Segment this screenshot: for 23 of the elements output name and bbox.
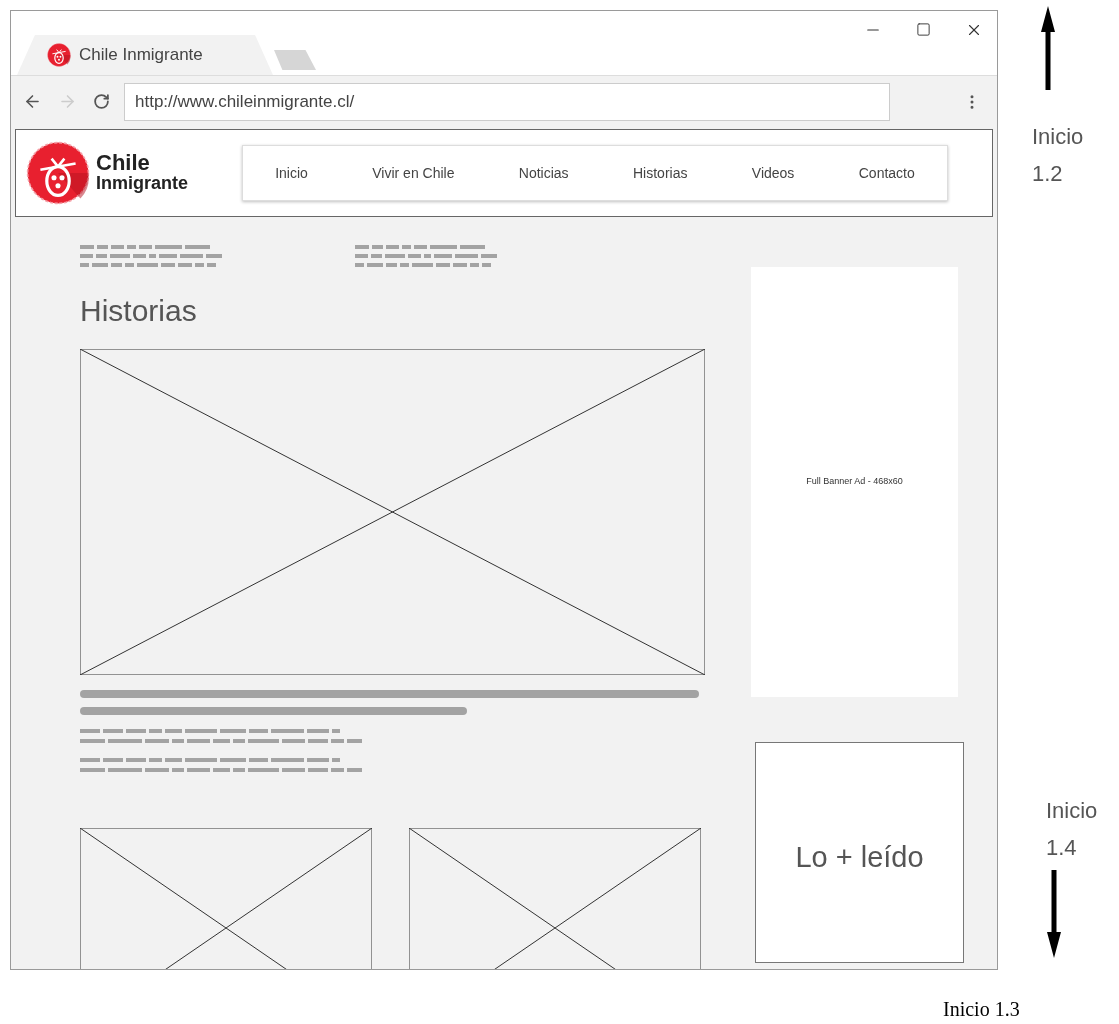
- annotation-label: Inicio 1.2: [1032, 123, 1085, 188]
- nav-link[interactable]: Videos: [751, 162, 795, 184]
- nav-link[interactable]: Noticias: [518, 162, 569, 184]
- logo-icon: [26, 141, 90, 205]
- nav-link[interactable]: Contacto: [858, 162, 915, 184]
- reload-icon[interactable]: [93, 93, 110, 110]
- address-field[interactable]: http://www.chileinmigrante.cl/: [124, 82, 890, 121]
- maximize-icon[interactable]: [916, 22, 931, 37]
- arrow-down-icon: [1046, 870, 1062, 958]
- logo-title: Chile: [96, 153, 151, 173]
- annotation-label: Inicio 1.4: [1046, 797, 1099, 862]
- logo-icon: [47, 43, 71, 67]
- panel-heading: Lo + leído: [795, 839, 924, 875]
- nav-link[interactable]: Historias: [633, 162, 688, 184]
- section-heading: Historias: [80, 293, 198, 329]
- back-icon[interactable]: [23, 92, 42, 111]
- nav-link[interactable]: Inicio: [275, 162, 308, 184]
- logo-subtitle: Inmigrante: [96, 173, 188, 193]
- annotation-label: Inicio 1.3: [943, 997, 1021, 1022]
- ad-label: Full Banner Ad - 468x60: [806, 475, 903, 489]
- arrow-up-icon: [1040, 6, 1056, 90]
- browser-tab[interactable]: Chile Inmigrante: [17, 35, 273, 75]
- nav-link[interactable]: Vivir en Chile: [372, 162, 455, 184]
